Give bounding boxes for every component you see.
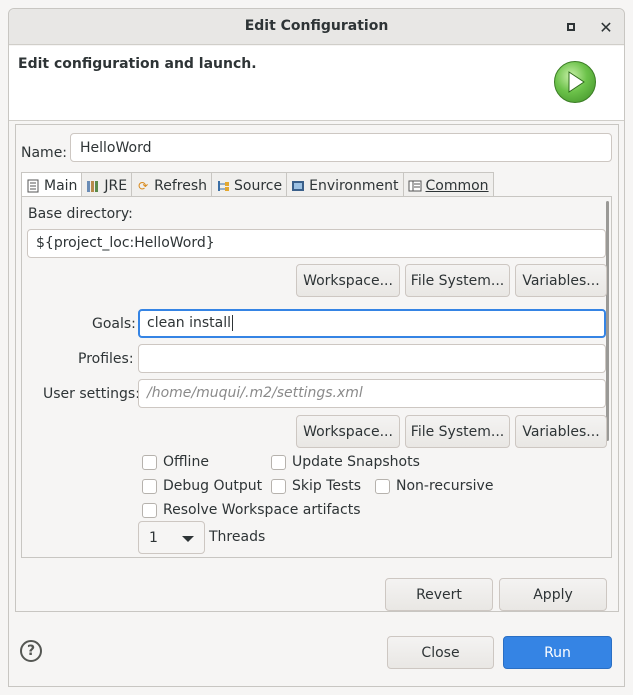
- checkbox-label: Skip Tests: [292, 478, 362, 494]
- user-settings-input[interactable]: /home/muqui/.m2/settings.xml: [138, 379, 606, 408]
- checkbox-label: Update Snapshots: [292, 454, 420, 470]
- profiles-input[interactable]: [138, 344, 606, 373]
- settings-workspace-button[interactable]: Workspace...: [296, 415, 400, 448]
- run-launch-icon: [554, 61, 596, 103]
- checkbox-box[interactable]: [271, 478, 286, 494]
- configuration-area: Name: Main JRE ⟳ Refresh: [15, 124, 619, 612]
- maximize-button[interactable]: [562, 18, 580, 36]
- offline-checkbox[interactable]: Offline: [142, 454, 209, 470]
- checkbox-label: Resolve Workspace artifacts: [163, 502, 361, 518]
- jre-library-icon: [86, 179, 100, 193]
- checkbox-box[interactable]: [375, 478, 390, 494]
- update-snapshots-checkbox[interactable]: Update Snapshots: [271, 454, 420, 470]
- tab-label: Main: [44, 178, 78, 194]
- checkbox-label: Offline: [163, 454, 209, 470]
- main-tab-panel: Base directory: ${project_loc:HelloWord}…: [21, 196, 612, 558]
- base-directory-label: Base directory:: [28, 206, 133, 222]
- tab-refresh[interactable]: ⟳ Refresh: [131, 172, 212, 196]
- text-cursor: [232, 315, 234, 331]
- base-workspace-button[interactable]: Workspace...: [296, 264, 400, 297]
- settings-variables-button[interactable]: Variables...: [515, 415, 607, 448]
- resolve-workspace-checkbox[interactable]: Resolve Workspace artifacts: [142, 502, 360, 518]
- window-title: Edit Configuration: [244, 18, 389, 34]
- checkbox-box[interactable]: [142, 502, 157, 518]
- refresh-icon: ⟳: [138, 178, 149, 193]
- checkbox-label: Non-recursive: [396, 478, 494, 494]
- environment-icon: [291, 179, 305, 193]
- profiles-label: Profiles:: [78, 351, 134, 367]
- skip-tests-checkbox[interactable]: Skip Tests: [271, 478, 361, 494]
- common-icon: [408, 179, 422, 193]
- checkbox-box[interactable]: [142, 454, 157, 470]
- run-button[interactable]: Run: [503, 636, 612, 669]
- user-settings-label: User settings:: [43, 386, 140, 402]
- revert-button[interactable]: Revert: [385, 578, 493, 611]
- close-window-button[interactable]: ✕: [597, 17, 615, 37]
- user-settings-placeholder: /home/muqui/.m2/settings.xml: [147, 385, 363, 401]
- close-button[interactable]: Close: [387, 636, 494, 669]
- edit-configuration-dialog: Edit Configuration ✕ Edit configuration …: [8, 8, 625, 687]
- tab-environment[interactable]: Environment: [286, 172, 404, 196]
- close-icon: ✕: [599, 17, 613, 37]
- checkbox-label: Debug Output: [163, 478, 263, 494]
- base-directory-value: ${project_loc:HelloWord}: [36, 235, 215, 251]
- checkbox-box[interactable]: [271, 454, 286, 470]
- tab-label: Source: [234, 177, 283, 194]
- banner-heading: Edit configuration and launch.: [18, 56, 257, 72]
- tab-source[interactable]: Source: [211, 172, 288, 196]
- settings-file-system-button[interactable]: File System...: [405, 415, 510, 448]
- chevron-down-icon: [182, 536, 194, 542]
- checkbox-box[interactable]: [142, 478, 157, 494]
- tab-bar: Main JRE ⟳ Refresh Source Environment Co…: [21, 172, 494, 197]
- title-bar: Edit Configuration ✕: [9, 9, 624, 45]
- tab-label: Environment: [309, 177, 399, 194]
- tab-label: Refresh: [154, 177, 207, 194]
- help-icon[interactable]: ?: [20, 640, 42, 662]
- tab-label: JRE: [104, 177, 128, 194]
- base-variables-button[interactable]: Variables...: [515, 264, 607, 297]
- goals-label: Goals:: [92, 316, 136, 332]
- debug-output-checkbox[interactable]: Debug Output: [142, 478, 262, 494]
- tab-common[interactable]: Common: [402, 172, 494, 196]
- source-icon: [216, 179, 230, 193]
- tab-label: Common: [425, 177, 489, 194]
- apply-button[interactable]: Apply: [499, 578, 607, 611]
- threads-label: Threads: [209, 529, 266, 545]
- goals-input[interactable]: clean install: [138, 309, 606, 338]
- non-recursive-checkbox[interactable]: Non-recursive: [375, 478, 493, 494]
- base-directory-input[interactable]: ${project_loc:HelloWord}: [27, 229, 606, 258]
- vertical-scrollbar[interactable]: [606, 201, 609, 441]
- threads-combo[interactable]: 1: [138, 521, 205, 554]
- name-input[interactable]: [70, 133, 612, 162]
- goals-value: clean install: [147, 315, 232, 331]
- name-label: Name:: [21, 145, 68, 161]
- header-banner: Edit configuration and launch.: [9, 46, 624, 121]
- base-file-system-button[interactable]: File System...: [405, 264, 510, 297]
- threads-value: 1: [149, 529, 158, 546]
- maximize-icon: [567, 23, 575, 31]
- tab-main[interactable]: Main: [21, 172, 83, 197]
- document-icon: [26, 179, 40, 193]
- tab-jre[interactable]: JRE: [81, 172, 133, 196]
